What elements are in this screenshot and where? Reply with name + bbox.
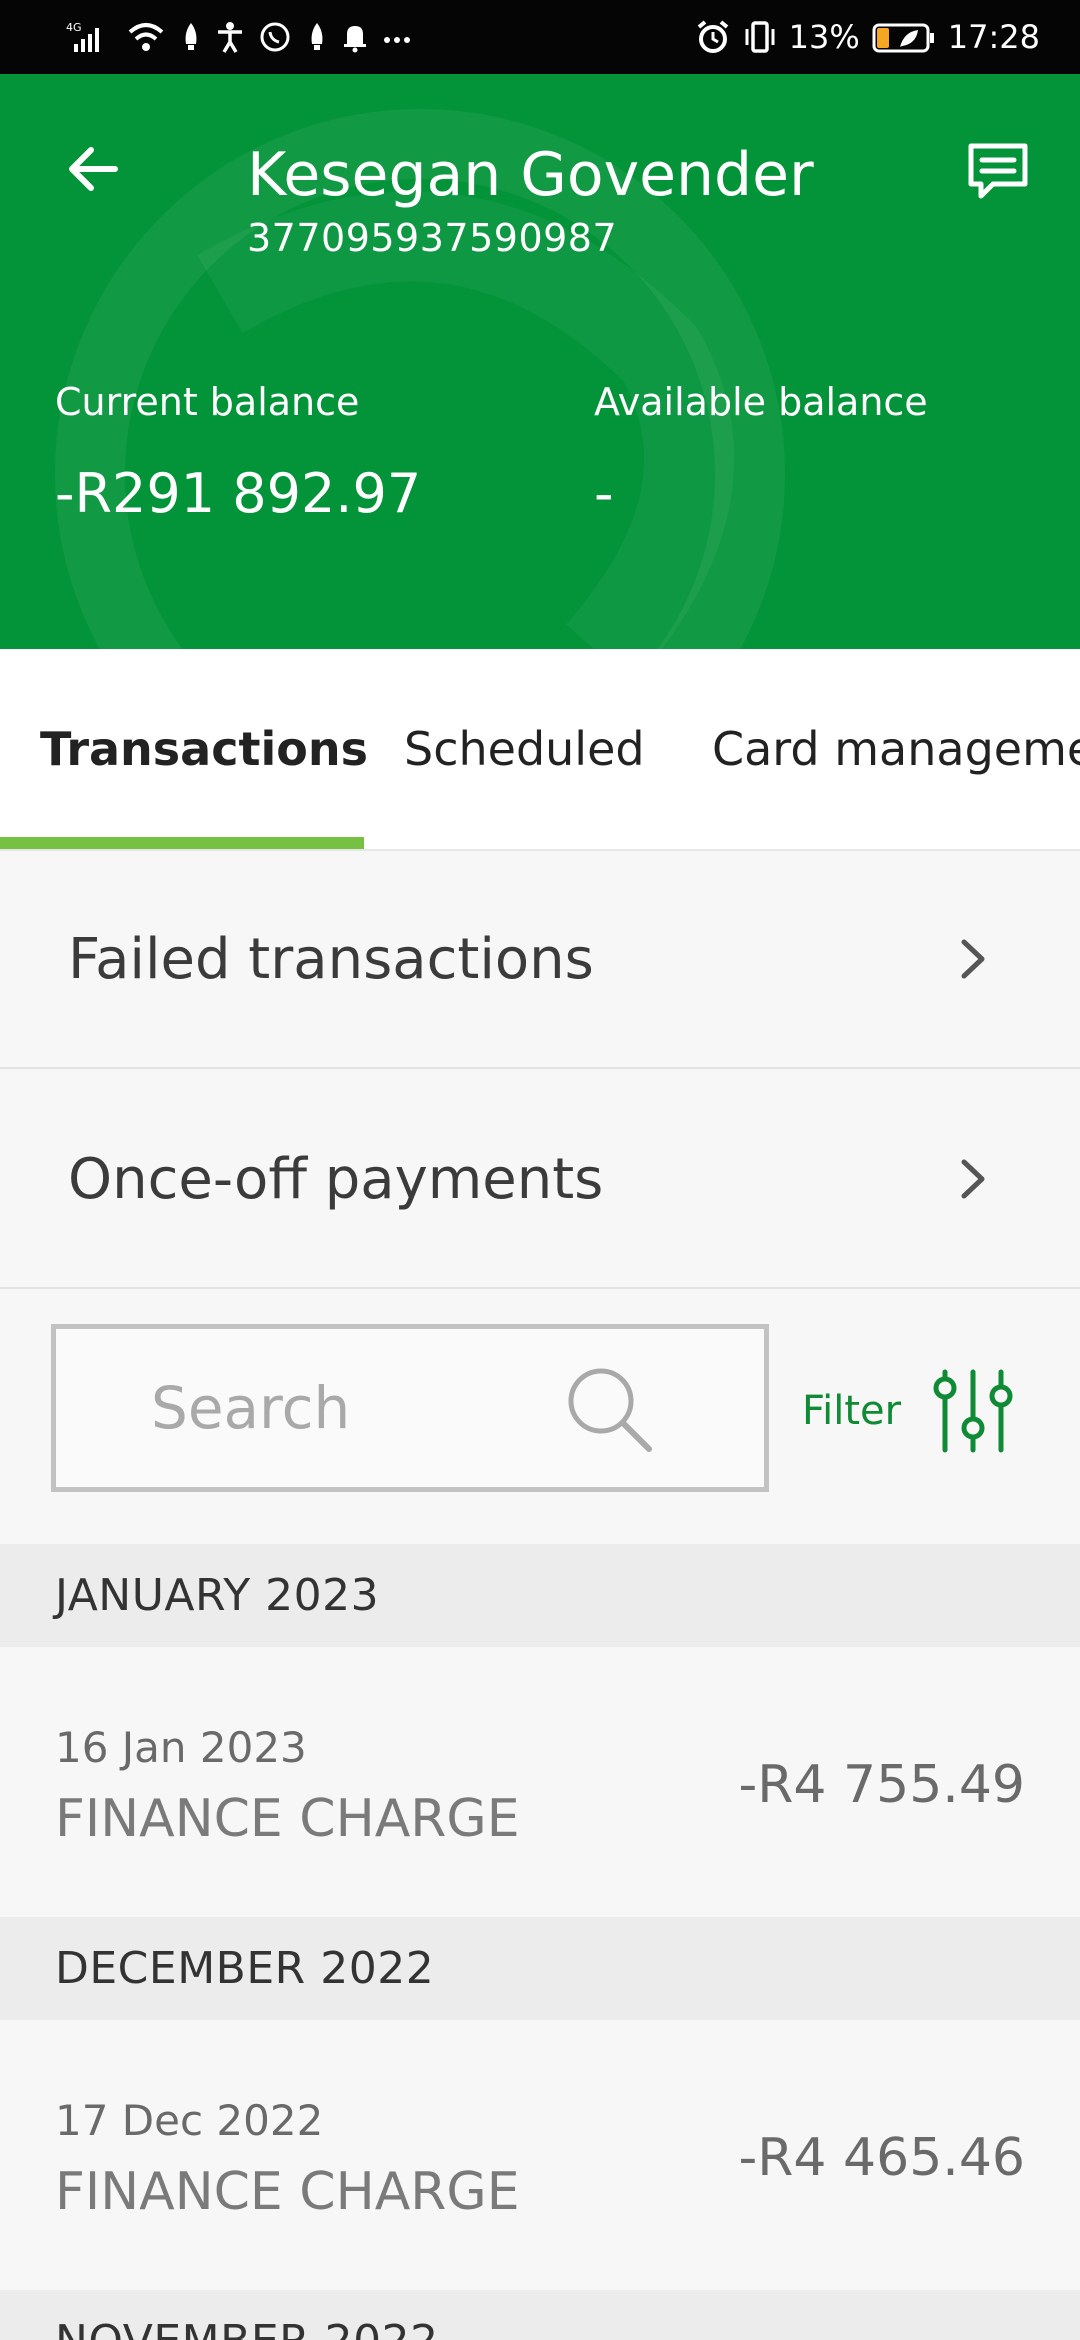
account-name: Kesegan Govender xyxy=(247,140,814,210)
transaction-description: FINANCE CHARGE xyxy=(55,1789,520,1849)
search-box[interactable] xyxy=(51,1324,769,1492)
clock: 17:28 xyxy=(947,18,1040,56)
transaction-date: 17 Dec 2022 xyxy=(55,2096,324,2145)
month-label: JANUARY 2023 xyxy=(55,1570,380,1621)
vibrate-icon xyxy=(743,19,777,55)
transaction-date: 16 Jan 2023 xyxy=(55,1723,307,1772)
month-header: JANUARY 2023 xyxy=(0,1544,1080,1647)
wifi-icon xyxy=(126,20,166,54)
once-off-payments-label: Once-off payments xyxy=(68,1146,604,1212)
tab-card-management[interactable]: Card management xyxy=(712,649,1080,849)
chevron-right-icon xyxy=(950,851,994,1067)
chevron-right-icon xyxy=(950,1071,994,1287)
month-header: DECEMBER 2022 xyxy=(0,1917,1080,2020)
failed-transactions-label: Failed transactions xyxy=(68,926,594,992)
month-label: NOVEMBER 2022 xyxy=(55,2290,439,2340)
failed-transactions-row[interactable]: Failed transactions xyxy=(0,851,1080,1069)
search-area: Filter xyxy=(0,1290,1080,1544)
rocket-icon xyxy=(180,20,202,54)
bell-icon xyxy=(342,20,368,54)
month-header: NOVEMBER 2022 xyxy=(0,2290,1080,2340)
active-tab-indicator xyxy=(0,837,364,849)
battery-percent: 13% xyxy=(788,18,860,56)
tab-transactions[interactable]: Transactions xyxy=(40,649,368,849)
transaction-amount: -R4 755.49 xyxy=(738,1755,1025,1815)
month-label: DECEMBER 2022 xyxy=(55,1943,435,1994)
alarm-icon xyxy=(695,19,731,55)
filter-label: Filter xyxy=(802,1388,902,1434)
transaction-amount: -R4 465.46 xyxy=(738,2128,1025,2188)
chat-button[interactable] xyxy=(960,134,1036,210)
battery-icon xyxy=(872,20,936,54)
tab-scheduled[interactable]: Scheduled xyxy=(404,649,645,849)
search-icon[interactable] xyxy=(561,1361,657,1457)
status-right-icons: 13% 17:28 xyxy=(695,0,1040,74)
once-off-payments-row[interactable]: Once-off payments xyxy=(0,1071,1080,1289)
sliders-icon xyxy=(933,1369,1013,1453)
chat-bubble-icon xyxy=(968,143,1028,199)
available-balance-label: Available balance xyxy=(594,380,928,424)
network-type-label: 4G xyxy=(66,21,82,34)
transaction-row[interactable]: 16 Jan 2023 FINANCE CHARGE -R4 755.49 xyxy=(0,1647,1080,1917)
whatsapp-icon xyxy=(258,20,292,54)
more-dots-icon xyxy=(382,20,412,54)
accessibility-icon xyxy=(216,20,244,54)
account-header: Kesegan Govender 377095937590987 Current… xyxy=(0,74,1080,649)
current-balance-value: -R291 892.97 xyxy=(55,462,422,525)
transaction-description: FINANCE CHARGE xyxy=(55,2162,520,2222)
search-input[interactable] xyxy=(151,1329,571,1487)
account-number: 377095937590987 xyxy=(247,216,618,260)
transaction-row[interactable]: 17 Dec 2022 FINANCE CHARGE -R4 465.46 xyxy=(0,2020,1080,2290)
filter-button[interactable]: Filter xyxy=(802,1346,1015,1476)
tab-bar: Transactions Scheduled Card management xyxy=(0,649,1080,851)
arrow-left-icon xyxy=(69,147,118,191)
status-bar: 4G 13% 17:28 xyxy=(0,0,1080,74)
rocket-icon-2 xyxy=(306,20,328,54)
status-left-icons: 4G xyxy=(66,0,412,74)
current-balance-label: Current balance xyxy=(55,380,360,424)
back-button[interactable] xyxy=(58,134,128,204)
available-balance-value: - xyxy=(594,462,614,525)
signal-icon: 4G xyxy=(66,20,112,54)
